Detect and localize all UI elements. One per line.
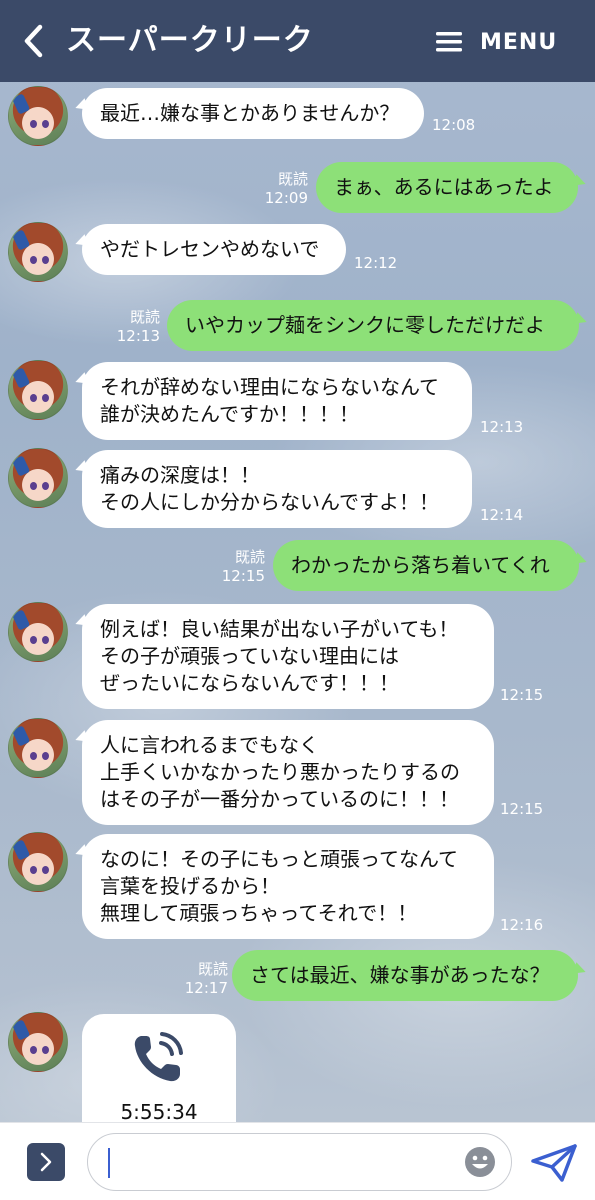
message-time: 12:12 xyxy=(354,254,398,272)
message-time: 12:13 xyxy=(480,418,524,436)
text-cursor xyxy=(108,1148,110,1178)
composer-bar xyxy=(0,1122,595,1200)
back-button[interactable] xyxy=(16,22,50,60)
call-duration: 5:55:34 xyxy=(120,1100,198,1122)
menu-button[interactable]: MENU xyxy=(436,24,557,60)
avatar[interactable] xyxy=(8,222,68,282)
message-time: 12:16 xyxy=(500,916,544,934)
incoming-message[interactable]: やだトレセンやめないで xyxy=(82,224,346,275)
incoming-message[interactable]: 最近…嫌な事とかありませんか？ xyxy=(82,88,424,139)
chevron-right-icon xyxy=(40,1152,52,1172)
incoming-message[interactable]: 痛みの深度は！！ その人にしか分からないんですよ！！ xyxy=(82,450,472,528)
avatar[interactable] xyxy=(8,602,68,662)
read-receipt: 既読 12:13 xyxy=(116,308,160,345)
message-list[interactable]: 最近…嫌な事とかありませんか？ 12:08 既読 12:09 まぁ、あるにはあった… xyxy=(0,82,595,1122)
menu-label: MENU xyxy=(480,29,558,55)
avatar[interactable] xyxy=(8,86,68,146)
avatar[interactable] xyxy=(8,832,68,892)
outgoing-message[interactable]: まぁ、あるにはあったよ xyxy=(316,162,578,213)
avatar[interactable] xyxy=(8,1012,68,1072)
incoming-message[interactable]: 人に言われるまでもなく 上手くいかなかったり悪かったりするの はその子が一番分か… xyxy=(82,720,494,825)
message-time: 12:08 xyxy=(432,116,476,134)
chevron-left-icon xyxy=(24,24,43,58)
message-time: 12:15 xyxy=(500,686,544,704)
incoming-message[interactable]: 例えば！良い結果が出ない子がいても！ その子が頑張っていない理由には ぜったいに… xyxy=(82,604,494,709)
read-receipt: 既読 12:17 xyxy=(184,960,228,997)
chat-title: スーパークリーク xyxy=(66,23,314,58)
incoming-message[interactable]: なのに！その子にもっと頑張ってなんて 言葉を投げるから！ 無理して頑張っちゃって… xyxy=(82,834,494,939)
avatar[interactable] xyxy=(8,718,68,778)
call-record[interactable]: 5:55:34 xyxy=(82,1014,236,1122)
message-input-wrapper xyxy=(87,1133,512,1191)
hamburger-icon xyxy=(436,32,462,52)
chat-header: スーパークリーク MENU xyxy=(0,0,595,82)
avatar[interactable] xyxy=(8,448,68,508)
message-time: 12:14 xyxy=(480,506,524,524)
message-input[interactable] xyxy=(106,1144,456,1180)
phone-call-icon xyxy=(134,1032,183,1082)
read-receipt: 既読 12:15 xyxy=(221,548,265,585)
outgoing-message[interactable]: さては最近、嫌な事があったな？ xyxy=(232,950,578,1001)
emoji-icon[interactable] xyxy=(464,1146,496,1178)
outgoing-message[interactable]: いやカップ麺をシンクに零しただけだよ xyxy=(167,300,579,351)
avatar[interactable] xyxy=(8,360,68,420)
message-time: 12:15 xyxy=(500,800,544,818)
read-receipt: 既読 12:09 xyxy=(264,170,308,207)
expand-button[interactable] xyxy=(27,1143,65,1181)
incoming-message[interactable]: それが辞めない理由にならないなんて 誰が決めたんですか！！！！ xyxy=(82,362,472,440)
send-icon[interactable] xyxy=(530,1143,578,1183)
outgoing-message[interactable]: わかったから落ち着いてくれ xyxy=(273,540,579,591)
